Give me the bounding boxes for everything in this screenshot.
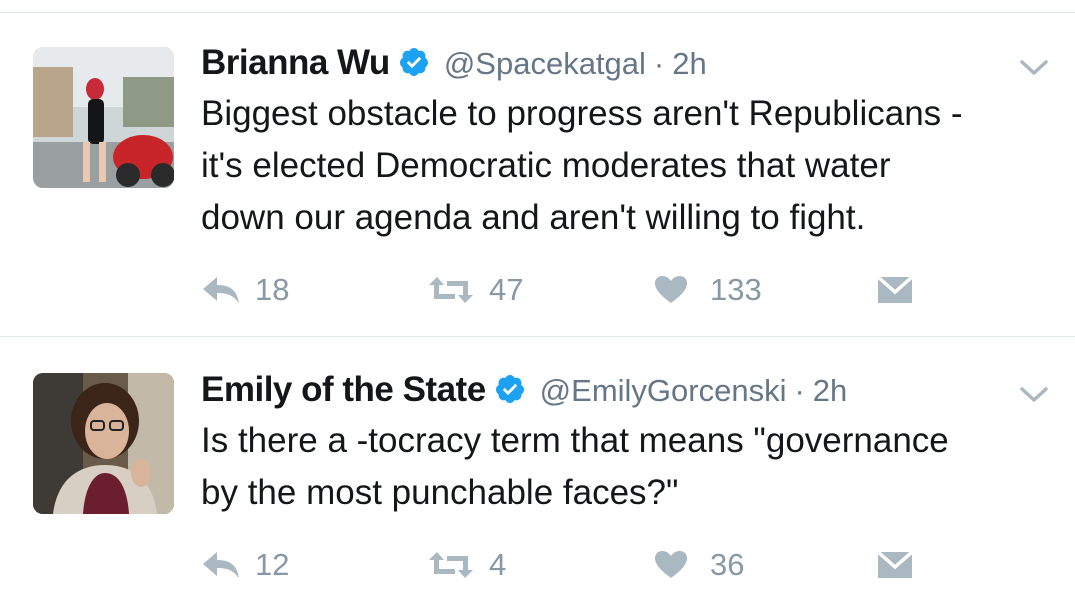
verified-badge-icon: [494, 373, 526, 405]
tweet-text: Biggest obstacle to progress aren't Repu…: [201, 94, 963, 237]
separator-dot: ·: [794, 373, 805, 408]
timestamp[interactable]: 2h: [813, 373, 847, 409]
avatar[interactable]: [33, 47, 174, 188]
reply-button[interactable]: 18: [201, 270, 289, 310]
reply-count: 18: [255, 272, 290, 307]
chevron-down-icon[interactable]: [1019, 58, 1049, 78]
tweet-item[interactable]: Emily of the State @EmilyGorcenski · 2h …: [0, 337, 1075, 608]
chevron-down-icon[interactable]: [1019, 385, 1049, 405]
retweet-button[interactable]: 4: [427, 545, 506, 585]
reply-count: 12: [255, 547, 290, 582]
retweet-button[interactable]: 47: [427, 270, 523, 310]
reply-button[interactable]: 12: [201, 545, 289, 585]
tweet-text: Is there a -tocracy term that means "gov…: [201, 421, 949, 512]
reply-icon: [201, 550, 241, 580]
display-name[interactable]: Emily of the State: [201, 370, 486, 410]
retweet-icon: [427, 550, 475, 580]
verified-badge-icon: [398, 46, 430, 78]
tweet-actions: 18 47 133: [201, 270, 941, 310]
reply-icon: [201, 275, 241, 305]
retweet-count: 4: [489, 547, 507, 582]
direct-message-icon: [877, 276, 913, 304]
tweet-header: Emily of the State @EmilyGorcenski · 2h: [201, 369, 847, 409]
direct-message-button[interactable]: [877, 270, 913, 310]
user-handle[interactable]: @EmilyGorcenski: [540, 373, 787, 409]
retweet-count: 47: [489, 272, 524, 307]
like-count: 133: [710, 272, 762, 307]
user-handle[interactable]: @Spacekatgal: [444, 46, 646, 82]
like-button[interactable]: 133: [654, 270, 762, 310]
avatar[interactable]: [33, 373, 174, 514]
avatar-photo: [33, 47, 174, 188]
tweet-header: Brianna Wu @Spacekatgal · 2h: [201, 42, 707, 82]
display-name[interactable]: Brianna Wu: [201, 43, 390, 83]
retweet-icon: [427, 275, 475, 305]
heart-icon: [654, 275, 688, 305]
like-button[interactable]: 36: [654, 545, 744, 585]
like-count: 36: [710, 547, 745, 582]
tweet-actions: 12 4 36: [201, 545, 941, 585]
tweet-item[interactable]: Brianna Wu @Spacekatgal · 2h Biggest obs…: [0, 0, 1075, 336]
avatar-photo: [33, 373, 174, 514]
direct-message-button[interactable]: [877, 545, 913, 585]
direct-message-icon: [877, 551, 913, 579]
timestamp[interactable]: 2h: [672, 46, 706, 82]
separator-dot: ·: [653, 46, 665, 81]
heart-icon: [654, 550, 688, 580]
